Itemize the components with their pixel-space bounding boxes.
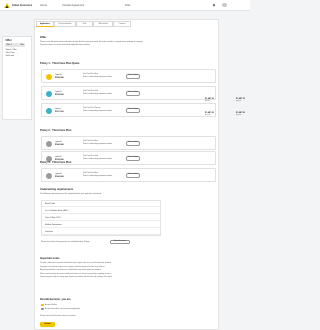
accept-all-label: Accept all offers <box>45 304 57 306</box>
plan-silver-icon <box>46 140 52 147</box>
offer-select[interactable]: Offer 1 Offer <box>5 43 25 47</box>
sidebar-row-status: Status: Offer <box>5 48 17 51</box>
side-price-sub: per year <box>205 101 211 102</box>
important-bullet: Premiums may be subject to change upon r… <box>40 277 113 278</box>
plan-platinum-icon <box>46 107 52 114</box>
option-plan: Total Care Plan Silver <box>83 173 99 175</box>
option-price: $167,200 <box>55 110 64 113</box>
important-bullet: The offer is valid only for the period s… <box>40 263 112 264</box>
select-option-button[interactable]: Select Option <box>126 74 140 79</box>
bell-icon[interactable] <box>212 3 216 7</box>
option-name: Option A <box>55 140 62 143</box>
important-bullet: Please review the policy documents caref… <box>40 273 112 275</box>
offer-select-label: Offer 1 <box>6 43 12 46</box>
offer-title: Offer <box>40 36 47 39</box>
underwriting-table: Blood Profile Cert. of Medical Exam (MEC… <box>41 200 161 236</box>
nav-contact-agreement[interactable]: Contact Agreement <box>62 4 84 7</box>
top-bar: Gabel Insurance Home Contact Agreement F… <box>0 0 250 11</box>
important-bullet: Your policy cover will only commence onc… <box>40 266 105 268</box>
tab-offer-details[interactable]: Offer details <box>93 21 113 27</box>
decision-note: Please check all of the boxes above to c… <box>40 315 77 317</box>
submit-button[interactable]: Submit <box>40 322 55 327</box>
offer-sidebar: Offer Offer 1 Offer Status: Offer Offer … <box>2 36 32 120</box>
select-option-button[interactable]: Select Option <box>126 173 140 178</box>
underwriting-title: Underwriting requirements <box>40 188 74 191</box>
tab-application[interactable]: Application <box>36 21 54 27</box>
offer-intro-line2: Premiums shown are annual and include ap… <box>40 44 91 46</box>
option-name: Option B <box>55 90 62 93</box>
table-row: Medical Examination <box>42 222 160 228</box>
tab-risk[interactable]: Risk <box>76 21 93 27</box>
select-option-button[interactable]: Select Option <box>126 141 140 146</box>
upload-documents-button[interactable]: Upload documents <box>110 240 130 244</box>
option-name: Option B <box>55 155 62 158</box>
policy2-title: Policy 2 · Third Care Plan <box>40 129 72 132</box>
brand-name: Gabel Insurance <box>12 3 33 7</box>
option-note: Refer to underwriting requirements below <box>83 175 113 177</box>
plan-silver-icon <box>46 172 52 179</box>
side-price: $1,487.25 <box>205 98 214 100</box>
option-note: Refer to underwriting requirements below <box>83 110 113 112</box>
side-price: $1,487.25 <box>205 112 214 114</box>
table-row: Urinalysis <box>42 229 160 235</box>
tab-personal-details[interactable]: Personal details <box>54 21 76 27</box>
underwriting-footer: Please ensure that all requirements are … <box>41 241 90 243</box>
option-plan: Total Care Plan Silver <box>83 74 99 76</box>
option-plan: Total Care Plan Silver <box>83 141 99 143</box>
accept-all-radio[interactable] <box>41 303 44 306</box>
option-price: $148,000 <box>55 143 64 146</box>
tab-contract[interactable]: Contract <box>113 21 131 27</box>
option-plan: Total Care Plan Gold <box>83 91 98 93</box>
option-name: Option C <box>55 107 62 110</box>
option-plan: Total Care Plan Gold <box>83 156 98 158</box>
sidebar-row-offer-date: Offer Date <box>5 51 15 54</box>
important-bullet: Any misrepresentation or non-disclosure … <box>40 270 102 271</box>
plan-gold-icon <box>46 90 52 97</box>
side-price: $1,487.25 <box>236 98 245 100</box>
table-row: Cert. of Medical Exam (MEC) <box>42 208 160 214</box>
policy2-card: Option A $148,000 Total Care Plan Silver… <box>41 136 216 150</box>
accept-some-radio[interactable] <box>41 307 44 310</box>
side-price-sub: per year <box>236 115 242 116</box>
brand-logo-icon <box>4 3 10 8</box>
option-price: $158,500 <box>55 93 64 96</box>
table-row: Chest X-Ray / ECG <box>42 215 160 221</box>
sidebar-row-valid-until: Valid until <box>5 54 15 57</box>
select-option-button[interactable]: Select Option <box>126 91 140 96</box>
policy1-card: Option B $158,500 Total Care Plan Gold R… <box>41 86 216 100</box>
option-note: Refer to underwriting requirements below <box>83 143 113 145</box>
policy3-card: Option A $148,000 Total Care Plan Silver… <box>41 168 216 182</box>
nav-home[interactable]: Home <box>40 4 47 7</box>
accept-some-label: Accept some offers, do not proceed appli… <box>45 308 81 310</box>
important-title: Important notes <box>40 257 60 260</box>
select-option-button[interactable]: Select Option <box>126 108 140 113</box>
avatar[interactable] <box>222 2 227 8</box>
side-price-sub: per year <box>236 101 242 102</box>
policy3-title: Policy 3 · Third Care Plan <box>40 161 72 164</box>
option-price: $148,000 <box>55 76 64 79</box>
table-row: Blood Profile <box>42 201 160 207</box>
select-option-button[interactable]: Select Option <box>126 156 140 161</box>
offer-select-value: Offer <box>19 43 24 46</box>
option-price: $148,000 <box>55 175 64 178</box>
option-note: Refer to underwriting requirements below <box>83 93 113 95</box>
offer-intro-line1: Please review the quotes below and selec… <box>40 41 144 43</box>
decision-title: Overall decision, you are <box>40 298 71 301</box>
option-name: Option A <box>55 73 62 76</box>
policy1-title: Policy 1 · Third Care Plan Quote <box>40 62 80 65</box>
step-tabs: Application Personal details Risk Offer … <box>36 21 136 27</box>
option-note: Refer to underwriting requirements below <box>83 76 113 78</box>
policy1-card: Option A $148,000 Total Care Plan Silver… <box>41 69 216 83</box>
nav-files[interactable]: Files <box>125 4 130 7</box>
policy1-card: Option C $167,200 Total Care Plan Platin… <box>41 103 216 117</box>
underwriting-subtitle: The following requirements must be compl… <box>40 193 102 195</box>
option-plan: Total Care Plan Platinum <box>83 108 101 110</box>
option-note: Refer to underwriting requirements below <box>83 158 113 160</box>
option-name: Option A <box>55 172 62 175</box>
sidebar-title: Offer <box>5 39 12 42</box>
side-price: $1,487.25 <box>236 112 245 114</box>
side-price-sub: per year <box>205 115 211 116</box>
plan-silver-icon <box>46 73 52 80</box>
